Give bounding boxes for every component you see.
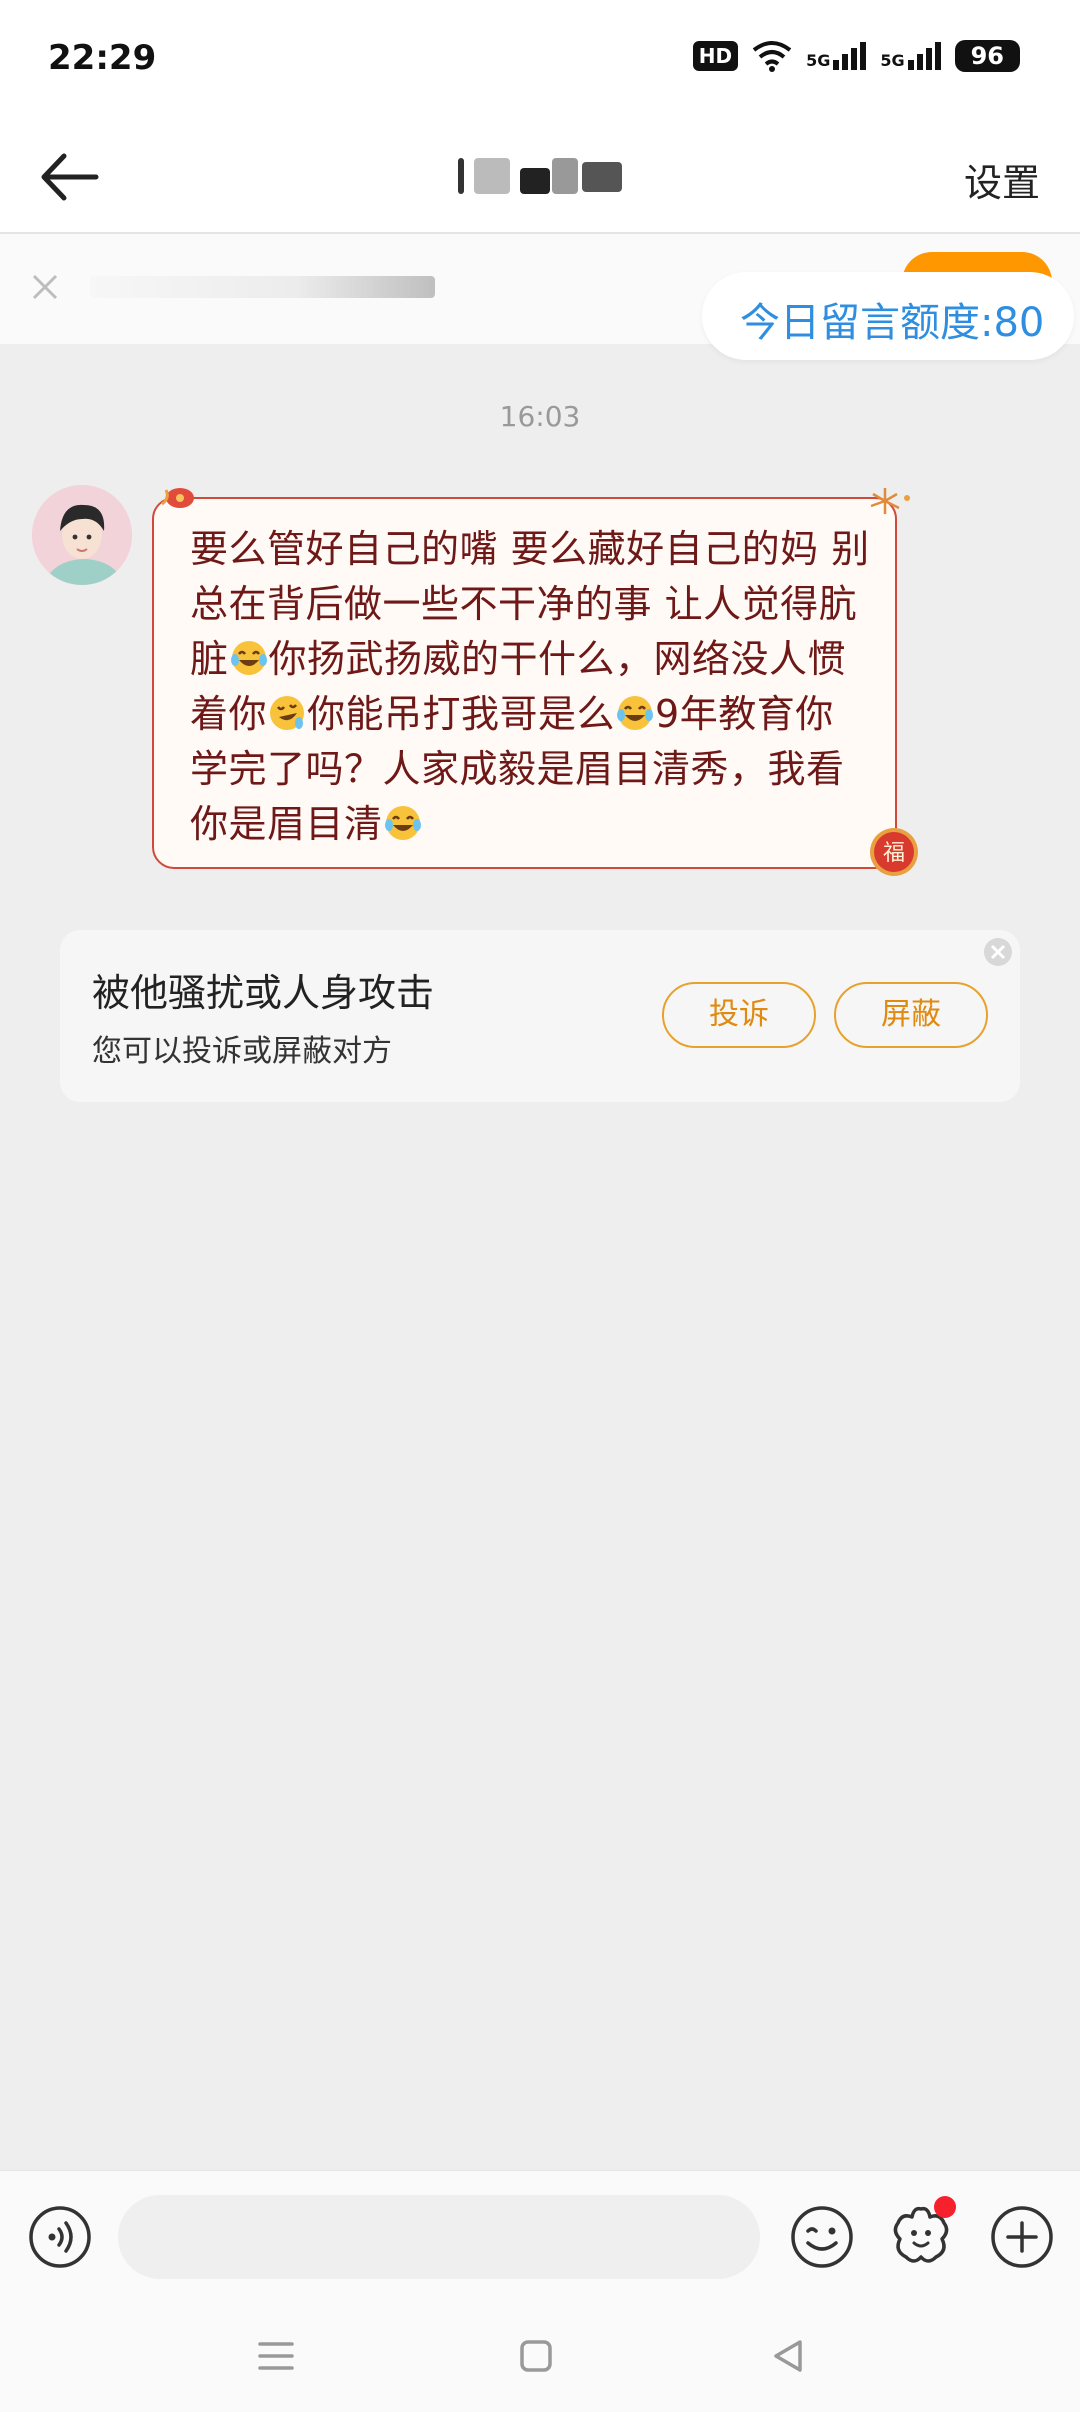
laughing-tears-emoji-icon xyxy=(230,641,267,675)
home-icon[interactable] xyxy=(514,2334,558,2378)
status-time: 22:29 xyxy=(48,38,157,78)
quota-text: 今日留言额度:80 xyxy=(740,300,1045,346)
plus-icon[interactable] xyxy=(990,2205,1054,2269)
status-icons: HD 5G 5G 96 xyxy=(692,40,1020,72)
signal-icon-1: 5G xyxy=(806,42,867,70)
message-input[interactable] xyxy=(118,2195,760,2279)
message-text: 要么管好自己的嘴 要么藏好自己的妈 别总在背后做一些不干净的事 让人觉得肮脏 你… xyxy=(190,522,870,852)
report-subtitle: 您可以投诉或屏蔽对方 xyxy=(92,1034,392,1069)
emoji-icon[interactable] xyxy=(790,2205,854,2269)
avatar-image xyxy=(32,485,132,585)
back-triangle-icon[interactable] xyxy=(766,2334,810,2378)
close-circle-icon[interactable] xyxy=(982,936,1014,968)
rolling-laugh-emoji-icon xyxy=(270,696,305,730)
menu-icon[interactable] xyxy=(254,2334,298,2378)
notification-dot xyxy=(934,2196,956,2218)
report-title: 被他骚扰或人身攻击 xyxy=(92,971,435,1015)
notice-text-redacted xyxy=(90,276,435,298)
nav-bar: 设置 xyxy=(0,120,1080,234)
signal-icon-2: 5G xyxy=(880,42,941,70)
battery-icon: 96 xyxy=(954,40,1020,72)
avatar[interactable] xyxy=(32,485,132,585)
page-title-redacted xyxy=(440,150,640,200)
fu-badge-icon: 福 xyxy=(870,828,918,876)
complain-button[interactable]: 投诉 xyxy=(662,982,816,1048)
block-button[interactable]: 屏蔽 xyxy=(834,982,988,1048)
voice-icon[interactable] xyxy=(28,2205,92,2269)
back-arrow-icon[interactable] xyxy=(36,142,106,212)
hd-badge: HD xyxy=(692,41,739,71)
message-segment: 你能吊打我哥是么 xyxy=(307,692,616,736)
close-icon[interactable] xyxy=(28,270,62,304)
svg-text:福: 福 xyxy=(883,841,905,866)
message-timestamp: 16:03 xyxy=(499,400,581,433)
status-bar: 22:29 HD 5G 5G 96 xyxy=(0,0,1080,120)
settings-button[interactable]: 设置 xyxy=(964,152,1040,207)
laughing-tears-emoji-icon xyxy=(384,806,421,840)
bubble-decoration-icon xyxy=(161,488,194,508)
wifi-icon xyxy=(752,41,792,72)
laughing-tears-emoji-icon xyxy=(617,696,654,730)
firework-decoration-icon xyxy=(870,488,910,514)
